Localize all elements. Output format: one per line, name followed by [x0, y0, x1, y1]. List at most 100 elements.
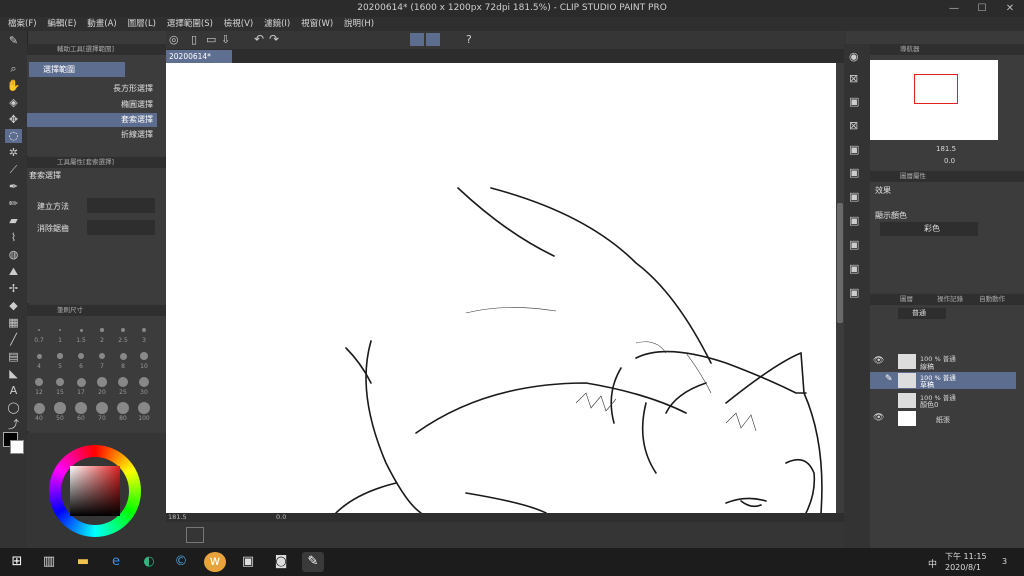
zoom-icon[interactable]: ⌕: [5, 62, 22, 76]
decoration-icon[interactable]: ✢: [5, 282, 22, 296]
minimize-button[interactable]: —: [940, 2, 968, 15]
ime-indicator[interactable]: 中: [928, 557, 937, 570]
menu-filter[interactable]: 濾鏡(I): [264, 17, 290, 31]
app-icon[interactable]: ©: [170, 552, 192, 572]
lasso-icon[interactable]: ◌: [5, 129, 22, 143]
subtool-item-ellipse[interactable]: 橢圓選擇: [27, 98, 157, 112]
subtool-group-tab[interactable]: 選擇範圍: [29, 62, 125, 77]
brush-size-cell[interactable]: 3: [134, 321, 154, 346]
edge-legacy-icon[interactable]: e: [105, 552, 127, 572]
notification-count[interactable]: 3: [1002, 557, 1007, 566]
subtool-item-lasso[interactable]: 套索選擇: [27, 113, 157, 127]
brush-size-cell[interactable]: 1.5: [71, 321, 91, 346]
operation-icon[interactable]: ◈: [5, 96, 22, 110]
task-view-icon[interactable]: ▥: [38, 552, 60, 572]
flip-icon[interactable]: ▣: [849, 166, 859, 179]
brush-size-cell[interactable]: 80: [113, 399, 133, 424]
pen-icon[interactable]: ✎: [5, 34, 22, 48]
menu-layer[interactable]: 圖層(L): [128, 17, 156, 31]
layer-row-color[interactable]: 100 % 普通 顏色0: [870, 391, 1016, 410]
menu-select[interactable]: 選擇範圍(S): [167, 17, 213, 31]
brush-size-cell[interactable]: 12: [29, 373, 49, 398]
brush-size-cell[interactable]: 25: [113, 373, 133, 398]
blend-icon[interactable]: ◍: [5, 248, 22, 262]
subtool-item-rect[interactable]: 長方形選擇: [27, 82, 157, 96]
pencil-icon[interactable]: ✏: [5, 197, 22, 211]
brush-size-cell[interactable]: 15: [50, 373, 70, 398]
brush-size-cell[interactable]: 8: [113, 347, 133, 372]
blend-mode-select[interactable]: 普通: [898, 308, 946, 319]
menu-view[interactable]: 檢視(V): [224, 17, 253, 31]
saturation-value-box[interactable]: [70, 466, 120, 516]
windows-start-icon[interactable]: ⊞: [6, 552, 28, 572]
brush-size-cell[interactable]: 17: [71, 373, 91, 398]
brush-size-cell[interactable]: 2.5: [113, 321, 133, 346]
clip-studio-icon[interactable]: ◙: [270, 552, 292, 572]
hand-icon[interactable]: ✋: [5, 79, 22, 93]
menu-window[interactable]: 視窗(W): [301, 17, 333, 31]
brush-size-cell[interactable]: 30: [134, 373, 154, 398]
paste-icon[interactable]: ▣: [849, 143, 859, 156]
help-icon[interactable]: ?: [466, 33, 472, 46]
new-file-icon[interactable]: ▯: [191, 33, 197, 46]
layer-row-draft[interactable]: ✎ 100 % 普通 草稿: [870, 372, 1016, 389]
sub-color-swatch[interactable]: [10, 440, 24, 454]
menu-animation[interactable]: 動畫(A): [87, 17, 116, 31]
display-color-select[interactable]: 彩色: [880, 222, 978, 236]
magic-wand-icon[interactable]: ✲: [5, 146, 22, 160]
fill-selection-icon[interactable]: ▣: [849, 214, 859, 227]
edge-icon[interactable]: ◐: [138, 552, 160, 572]
app-w-icon[interactable]: w: [204, 552, 226, 572]
antialias-buttons[interactable]: [87, 220, 155, 235]
navigator-preview[interactable]: [870, 60, 998, 140]
eraser-icon[interactable]: ▰: [5, 214, 22, 228]
frame-icon[interactable]: ▤: [5, 350, 22, 364]
export-icon[interactable]: ▣: [849, 286, 859, 299]
canvas-vertical-scrollbar[interactable]: [836, 63, 844, 513]
auto-action-tab[interactable]: 自動動作: [979, 295, 1005, 303]
gradient-icon[interactable]: ▦: [5, 316, 22, 330]
home-icon[interactable]: ◎: [169, 33, 179, 46]
menu-file[interactable]: 檔案(F): [8, 17, 37, 31]
menu-help[interactable]: 說明(H): [344, 17, 374, 31]
layer-settings-icon[interactable]: ◉: [849, 50, 859, 63]
snap-ruler-icon[interactable]: [410, 33, 424, 46]
pen-tool-icon[interactable]: ✒: [5, 180, 22, 194]
redo-icon[interactable]: ↷: [269, 32, 279, 46]
eyedropper-icon[interactable]: ⟋: [5, 163, 22, 177]
brush-size-cell[interactable]: 7: [92, 347, 112, 372]
history-tab[interactable]: 操作記錄: [937, 295, 963, 303]
brush-size-cell[interactable]: 10: [134, 347, 154, 372]
layer-row-paper[interactable]: 👁 紙張: [870, 410, 1016, 427]
copy-icon[interactable]: ▣: [849, 95, 859, 108]
save-icon[interactable]: ⇩: [221, 33, 230, 46]
figure-icon[interactable]: ╱: [5, 333, 22, 347]
brush-size-cell[interactable]: 4: [29, 347, 49, 372]
brush-size-cell[interactable]: 2: [92, 321, 112, 346]
layers-tab[interactable]: 圖層: [900, 295, 913, 303]
balloon-icon[interactable]: ◯: [5, 401, 22, 415]
menu-edit[interactable]: 編輯(E): [47, 17, 76, 31]
brush-size-cell[interactable]: 20: [92, 373, 112, 398]
airbrush-icon[interactable]: ⛰: [5, 265, 22, 279]
cut-icon[interactable]: ⊠: [849, 119, 858, 132]
navigator-view-rectangle[interactable]: [914, 74, 958, 104]
creation-method-buttons[interactable]: [87, 198, 155, 213]
document-tab[interactable]: 20200614*: [166, 50, 232, 63]
transform-icon[interactable]: ▣: [849, 190, 859, 203]
brush-size-cell[interactable]: 100: [134, 399, 154, 424]
brush-size-cell[interactable]: 0.7: [29, 321, 49, 346]
clip-studio-paint-icon[interactable]: ✎: [302, 552, 324, 572]
clock-time[interactable]: 下午 11:15: [945, 551, 987, 562]
layer-row-lineart[interactable]: 👁 100 % 普通 線稿: [870, 352, 1016, 372]
camera-icon[interactable]: ▣: [849, 262, 859, 275]
subtool-item-polyline[interactable]: 折線選擇: [27, 129, 157, 141]
brush-size-cell[interactable]: 6: [71, 347, 91, 372]
eye-icon[interactable]: 👁: [873, 413, 884, 423]
snip-icon[interactable]: ▣: [237, 552, 259, 572]
clock-date[interactable]: 2020/8/1: [945, 563, 981, 572]
maximize-button[interactable]: ☐: [968, 2, 996, 15]
undo-icon[interactable]: ↶: [254, 32, 264, 46]
brush-size-cell[interactable]: 70: [92, 399, 112, 424]
brush-size-cell[interactable]: 50: [50, 399, 70, 424]
